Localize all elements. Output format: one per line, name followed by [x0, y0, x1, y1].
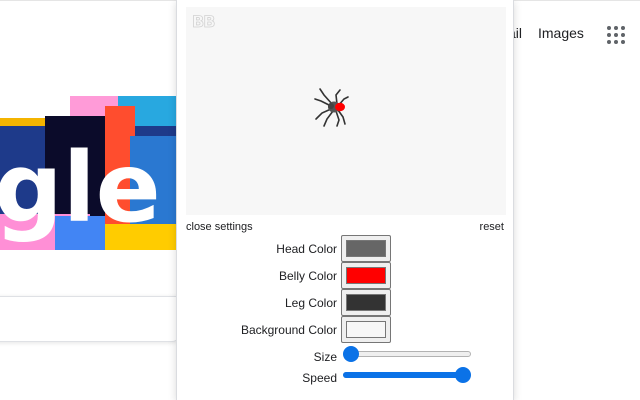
belly-color-swatch — [346, 267, 386, 284]
background-color-swatch — [346, 321, 386, 338]
speed-slider-fill — [343, 372, 463, 378]
search-input[interactable] — [0, 296, 180, 342]
watermark-logo: BB — [192, 12, 216, 32]
spider-preview-area: BB — [186, 7, 506, 215]
size-slider-thumb[interactable] — [343, 346, 359, 362]
close-settings-link[interactable]: close settings — [186, 221, 253, 233]
head-color-picker[interactable] — [341, 235, 391, 262]
size-slider-track — [343, 351, 471, 357]
leg-color-picker[interactable] — [341, 289, 391, 316]
images-link[interactable]: Images — [538, 25, 584, 41]
background-color-label: Background Color — [240, 323, 337, 337]
reset-link[interactable]: reset — [480, 221, 504, 233]
head-color-swatch — [346, 240, 386, 257]
leg-color-swatch — [346, 294, 386, 311]
background-color-picker[interactable] — [341, 316, 391, 343]
spider-icon[interactable] — [312, 85, 356, 129]
head-color-label: Head Color — [276, 242, 337, 256]
spider-settings-popup: BB close settings reset Head Color Belly… — [176, 0, 514, 400]
size-label: Size — [313, 350, 337, 364]
doodle-letters: gle — [0, 132, 161, 244]
leg-color-label: Leg Color — [284, 296, 337, 310]
apps-grid-icon[interactable] — [607, 26, 625, 44]
speed-slider[interactable] — [343, 367, 471, 383]
size-slider[interactable] — [343, 346, 471, 362]
speed-label: Speed — [302, 371, 337, 385]
google-doodle[interactable]: gle — [0, 96, 180, 250]
belly-color-picker[interactable] — [341, 262, 391, 289]
speed-slider-thumb[interactable] — [455, 367, 471, 383]
belly-color-label: Belly Color — [278, 269, 337, 283]
